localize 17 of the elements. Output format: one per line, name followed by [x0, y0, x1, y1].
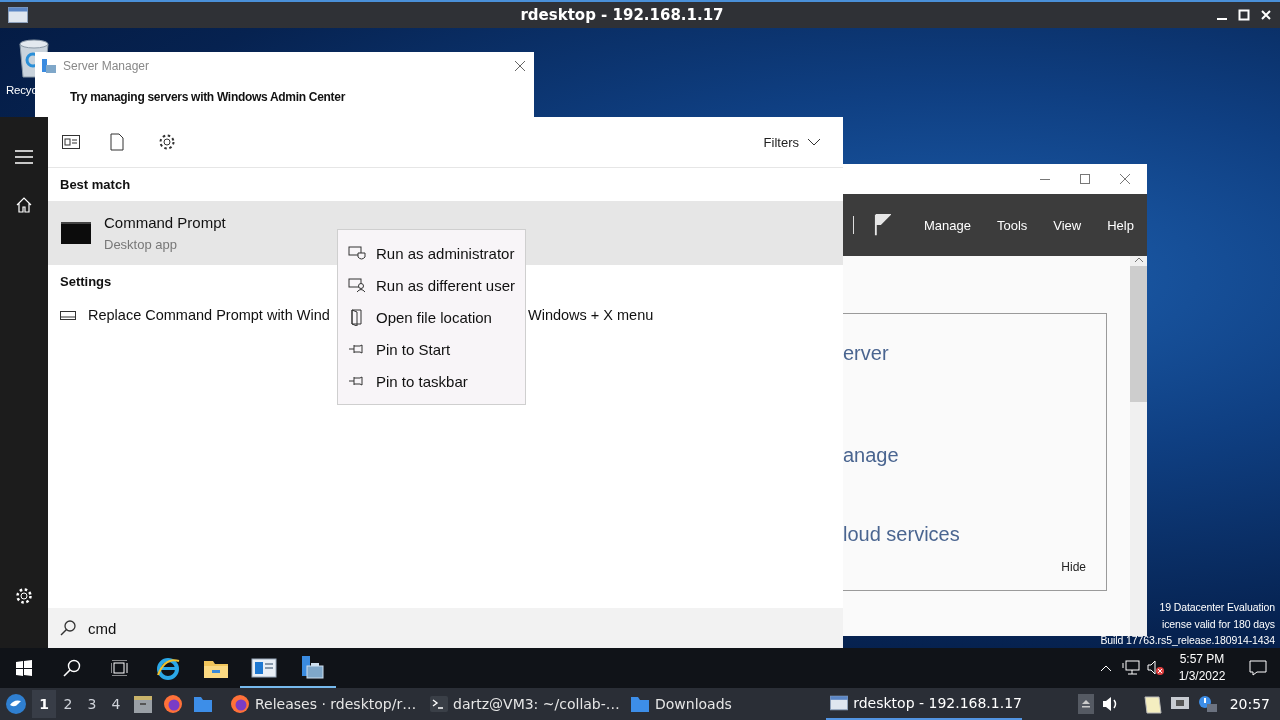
- result-title: Replace Command Prompt with Wind: [88, 307, 330, 323]
- notification-message: Try managing servers with Windows Admin Center: [69, 89, 347, 104]
- card-heading: loud services: [843, 522, 961, 547]
- result-title: Windows + X menu: [528, 307, 654, 323]
- section-heading: Settings: [60, 274, 112, 289]
- section-heading: Best match: [60, 177, 131, 192]
- result-title: Command Prompt: [104, 214, 226, 231]
- evaluation-notice: icense valid for 180 days: [1161, 616, 1275, 632]
- clock-time: 5:57 PM: [1179, 651, 1225, 668]
- evaluation-notice: 19 Datacenter Evaluation: [1159, 600, 1275, 615]
- clock-date: 1/3/2022: [1178, 668, 1226, 685]
- result-subtitle: Desktop app: [104, 237, 178, 252]
- card-heading: erver: [843, 341, 890, 366]
- card-heading: anage: [843, 443, 900, 468]
- notification-title: Server Manager: [63, 59, 151, 73]
- window-title: rdesktop - 192.168.1.17: [519, 6, 725, 24]
- evaluation-notice: Build 17763.rs5_release.180914-1434: [1100, 633, 1275, 648]
